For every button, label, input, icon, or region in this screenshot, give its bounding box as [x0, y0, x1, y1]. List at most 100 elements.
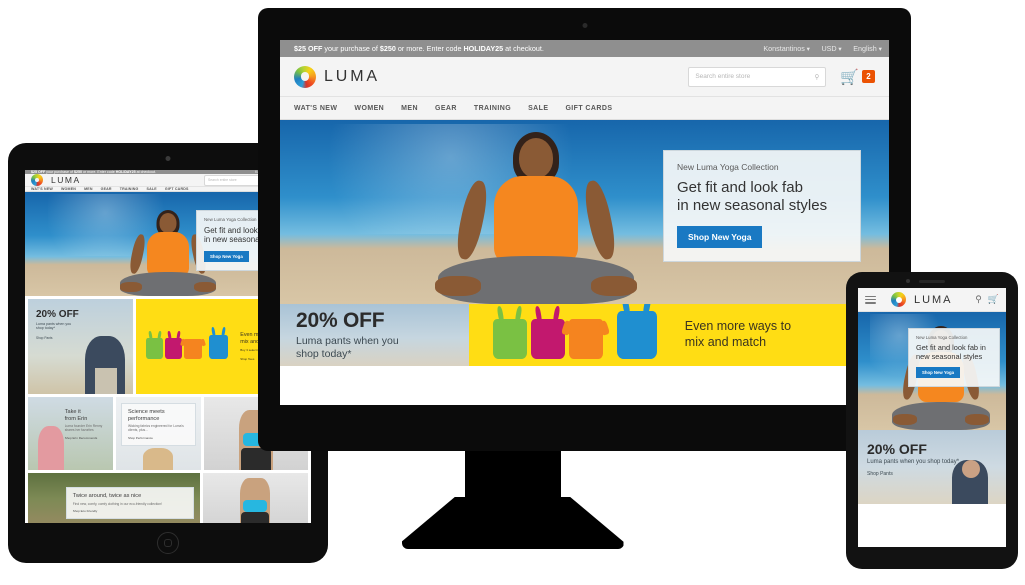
nav-item-women[interactable]: WOMEN — [61, 187, 76, 191]
tile-erin[interactable]: Take it from Erin Luma founder Erin Renn… — [28, 397, 113, 470]
nav-item-women-desktop[interactable]: WOMEN — [354, 105, 384, 112]
monitor-base — [401, 497, 624, 549]
tee-orange — [180, 338, 207, 359]
header-actions-desktop: Search entire store ⚲ 🛒 2 — [688, 66, 875, 87]
tile-erin-body: Luma founder Erin Renny shares her favor… — [64, 424, 103, 433]
nav-item-gear[interactable]: GEAR — [101, 187, 112, 191]
responsive-devices-showcase: $25 OFF your purchase of $250 or more. E… — [0, 0, 1025, 585]
tile-science-link[interactable]: Shop Performance — [128, 436, 189, 440]
promo-pants-mobile[interactable]: 20% OFF Luma pants when you shop today* … — [858, 430, 1006, 504]
logo-text: LUMA — [51, 175, 81, 185]
hero-cta-button-desktop[interactable]: Shop New Yoga — [677, 226, 763, 249]
hero-cta-button[interactable]: Shop New Yoga — [204, 250, 249, 262]
header-actions-mobile: ⚲ 🛒 — [975, 294, 999, 305]
search-input-desktop[interactable]: Search entire store ⚲ — [688, 66, 827, 87]
nav-item-training-desktop[interactable]: TRAINING — [474, 105, 511, 112]
hero-card-desktop: New Luma Yoga Collection Get fit and loo… — [663, 150, 861, 263]
nav-item-whats-new[interactable]: WAT'S NEW — [31, 187, 53, 191]
hero-headline-mobile: Get fit and look fab in new seasonal sty… — [916, 343, 986, 361]
promo-text-2-desktop: or more. Enter code — [395, 44, 464, 53]
tank-green — [146, 330, 164, 359]
luma-storefront-mobile: LUMA ⚲ 🛒 New Luma Yoga Collection Get fi… — [858, 288, 1006, 547]
logo-text-mobile: LUMA — [914, 293, 953, 306]
tank-tops-graphic — [146, 326, 229, 359]
currency-switcher-desktop[interactable]: USD — [821, 44, 841, 53]
promo-pants-sub-mobile: Luma pants when you shop today* — [867, 459, 960, 465]
tile-eco-headline: Twice around, twice as nice — [72, 493, 142, 499]
tank-green-desktop — [492, 305, 527, 359]
nav-item-gear-desktop[interactable]: GEAR — [435, 105, 457, 112]
tile-erin-headline1: Take it — [64, 409, 81, 415]
tile-erin-pad: Take it from Erin Luma founder Erin Renn… — [60, 405, 109, 444]
cart-icon-mobile[interactable]: 🛒 — [988, 294, 999, 305]
search-icon-desktop[interactable]: ⚲ — [815, 73, 820, 81]
luma-storefront-desktop: $25 OFF your purchase of $250 or more. E… — [280, 40, 889, 405]
tile-science-pad: Science meets performance Wicking fabric… — [120, 403, 196, 446]
monitor-camera — [582, 23, 587, 28]
nav-item-men[interactable]: MEN — [84, 187, 93, 191]
promo-pants-desktop[interactable]: 20% OFF Luma pants when you shop today* — [280, 304, 469, 366]
tile-erin-headline2: from Erin — [64, 415, 88, 422]
tile-eco[interactable]: Twice around, twice as nice Find new, co… — [28, 473, 200, 523]
promo-text-1-desktop: your purchase of — [322, 44, 380, 53]
search-placeholder: Search entire store — [208, 178, 237, 182]
tee-orange-desktop — [561, 319, 611, 359]
nav-item-gift-cards-desktop[interactable]: GIFT CARDS — [565, 105, 612, 112]
promo-pants-headline-mobile: 20% OFF — [867, 441, 927, 457]
phone-device: LUMA ⚲ 🛒 New Luma Yoga Collection Get fi… — [846, 272, 1018, 569]
mix-line2-desktop: mix and match — [684, 335, 767, 349]
main-nav-desktop: WAT'S NEW WOMEN MEN GEAR TRAINING SALE G… — [280, 97, 889, 120]
promo-amount-desktop: $25 OFF — [294, 44, 323, 53]
tile-science[interactable]: Science meets performance Wicking fabric… — [115, 397, 201, 470]
luma-logo-icon-desktop — [294, 65, 316, 88]
promo-pants-sub-desktop: Luma pants when you shop today* — [296, 335, 469, 361]
nav-item-sale-desktop[interactable]: SALE — [528, 105, 548, 112]
tile-erin-link[interactable]: Shop Erin Recommends — [65, 436, 104, 440]
tank-blue — [209, 326, 229, 359]
tile-eco-link[interactable]: Shop Eco Friendly — [73, 509, 187, 513]
desktop-monitor-device: $25 OFF your purchase of $250 or more. E… — [258, 8, 911, 451]
tile-science-headline2: performance — [127, 415, 160, 422]
logo[interactable]: LUMA — [31, 174, 81, 186]
hero-banner-desktop: New Luma Yoga Collection Get fit and loo… — [280, 120, 889, 304]
tank-blue-desktop — [616, 304, 657, 359]
promo-pants-headline-desktop: 20% OFF — [296, 308, 385, 332]
nav-item-training[interactable]: TRAINING — [120, 187, 139, 191]
phone-screen: LUMA ⚲ 🛒 New Luma Yoga Collection Get fi… — [858, 288, 1006, 547]
tablet-camera — [165, 156, 171, 161]
promo-pants-sub1-desktop: Luma pants when you — [296, 334, 399, 347]
tablet-home-button[interactable] — [157, 532, 179, 554]
search-placeholder-desktop: Search entire store — [695, 73, 751, 80]
luma-logo-icon — [31, 174, 43, 186]
hero-cta-button-mobile[interactable]: Shop New Yoga — [916, 367, 961, 379]
tile-pants-headline: 20% OFF — [36, 309, 79, 320]
hamburger-menu-icon[interactable] — [865, 295, 876, 304]
nav-item-men-desktop[interactable]: MEN — [401, 105, 418, 112]
athlete-top-2 — [243, 500, 268, 512]
tank-tops-graphic-desktop — [492, 304, 657, 359]
cart-icon-desktop: 🛒 — [840, 68, 859, 86]
tile-science-headline1: Science meets — [127, 409, 165, 415]
nav-item-gift-cards[interactable]: GIFT CARDS — [165, 187, 189, 191]
cart-button-desktop[interactable]: 🛒 2 — [840, 68, 875, 86]
logo-mobile[interactable]: LUMA — [865, 292, 952, 307]
luma-logo-icon-mobile — [891, 292, 906, 307]
nav-item-sale[interactable]: SALE — [147, 187, 157, 191]
logo-desktop[interactable]: LUMA — [294, 65, 380, 88]
promo-message-desktop: $25 OFF your purchase of $250 or more. E… — [294, 44, 544, 53]
tank-magenta-desktop — [530, 305, 565, 359]
tank-magenta — [165, 330, 183, 359]
nav-item-whats-new-desktop[interactable]: WAT'S NEW — [294, 105, 337, 112]
hero-eyebrow-desktop: New Luma Yoga Collection — [677, 162, 779, 172]
tile-eco-body: Find new, comfy, comfy clothing in our e… — [72, 501, 162, 506]
language-switcher-desktop[interactable]: English — [853, 44, 882, 53]
tile-pants-sub2: shop today* — [36, 326, 55, 330]
promo-grid-row-3: Twice around, twice as nice Find new, co… — [25, 473, 311, 523]
account-user-menu-desktop[interactable]: Konstantinos — [763, 44, 810, 53]
tile-pants-link[interactable]: Shop Pants — [36, 336, 79, 340]
promo-mix-desktop[interactable]: Even more ways to mix and match — [468, 304, 889, 366]
brand-bar-desktop: LUMA Search entire store ⚲ 🛒 2 — [280, 57, 889, 97]
hero-headline-line2-desktop: in new seasonal styles — [677, 196, 828, 214]
search-icon-mobile[interactable]: ⚲ — [975, 294, 982, 305]
tile-pants-promo[interactable]: 20% OFF Luma pants when you shop today* … — [28, 299, 134, 394]
